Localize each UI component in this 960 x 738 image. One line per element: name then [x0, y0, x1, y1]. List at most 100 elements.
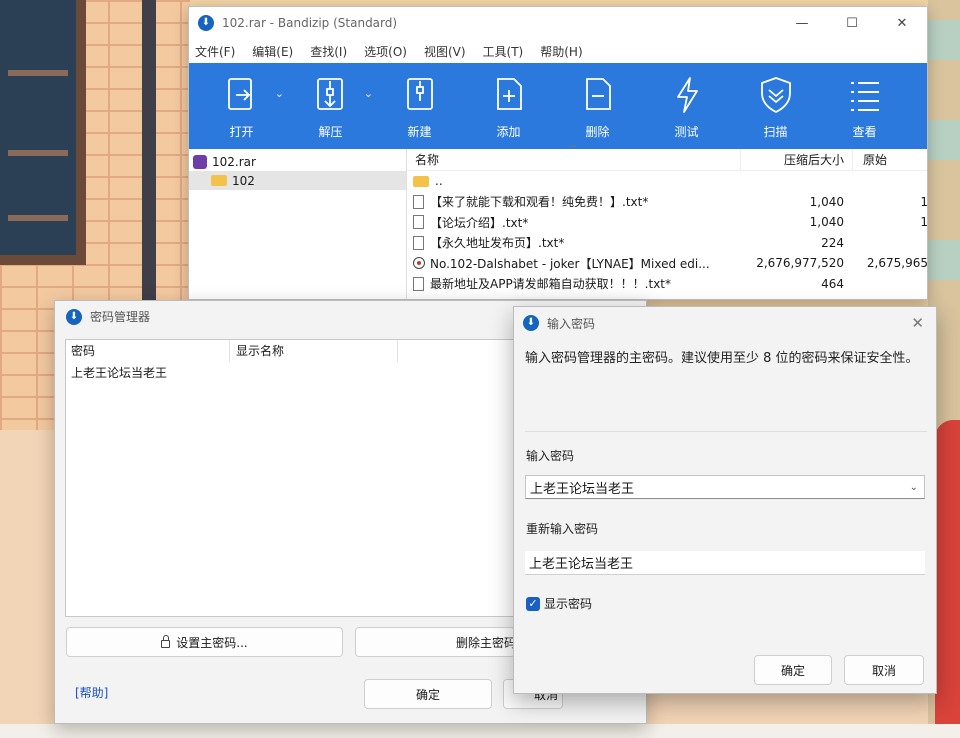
password-combobox-value: 上老王论坛当老王: [530, 481, 635, 497]
menu-help[interactable]: 帮助(H): [540, 43, 582, 60]
tree-item-folder-label: 102: [232, 173, 255, 188]
file-row[interactable]: 最新地址及APP请发邮箱自动获取！！！.txt* 464: [407, 274, 927, 295]
column-header-password[interactable]: 密码: [66, 340, 230, 362]
toolbar-test-button[interactable]: 测试: [642, 63, 731, 140]
folder-icon: [211, 175, 227, 186]
tree-item-folder[interactable]: 102: [189, 171, 406, 190]
password-manager-ok-button[interactable]: 确定: [364, 679, 492, 709]
file-compressed-size: 1,040: [809, 215, 844, 230]
column-header-name[interactable]: 名称 ^: [407, 144, 740, 168]
enter-password-description: 输入密码管理器的主密码。建议使用至少 8 位的密码来保证安全性。: [525, 351, 919, 366]
password-label: 输入密码: [526, 449, 575, 463]
menu-find[interactable]: 查找(I): [310, 43, 347, 60]
toolbar-add-label: 添加: [496, 125, 521, 139]
toolbar-new-button[interactable]: 新建: [375, 63, 464, 140]
password-list-header: 密码 显示名称: [66, 340, 564, 362]
wallpaper-pole: [142, 0, 156, 300]
set-master-password-label: 设置主密码...: [176, 635, 248, 650]
bandizip-logo-icon: ⬇: [198, 15, 214, 31]
wallpaper-stripe: [928, 240, 960, 280]
maximize-button[interactable]: ☐: [827, 16, 877, 31]
wallpaper-stripe: [928, 20, 960, 60]
folder-tree: 102.rar 102: [189, 149, 407, 299]
file-row[interactable]: 【永久地址发布页】.txt* 224: [407, 233, 927, 254]
extract-icon: [316, 78, 343, 110]
password-combobox[interactable]: 上老王论坛当老王 ⌄: [525, 475, 925, 499]
show-password-checkbox[interactable]: ✓ 显示密码: [526, 595, 592, 612]
toolbar-add-button[interactable]: 添加: [464, 63, 553, 140]
column-header-original[interactable]: 原始: [852, 148, 927, 171]
password-manager-title: 密码管理器: [90, 310, 151, 324]
file-row[interactable]: ..: [407, 171, 927, 192]
password-list: 密码 显示名称 上老王论坛当老王: [65, 339, 565, 617]
menu-edit[interactable]: 编辑(E): [252, 43, 293, 60]
enter-password-cancel-button[interactable]: 取消: [844, 655, 924, 685]
archive-content: 102.rar 102 名称 ^ 压缩后大小 原始 .. 【来了就能下载和观看！纯…: [189, 144, 928, 299]
open-dropdown-chevron-icon[interactable]: ⌄: [275, 87, 284, 100]
file-name: No.102-Dalshabet - joker【LYNAE】Mixed edi…: [430, 256, 710, 271]
file-list: 名称 ^ 压缩后大小 原始 .. 【来了就能下载和观看！纯免费！】.txt* 1,…: [407, 144, 928, 299]
wallpaper-red-figure: [935, 420, 960, 738]
menu-options[interactable]: 选项(O): [364, 43, 407, 60]
bandizip-logo-icon: ⬇: [523, 315, 539, 331]
toolbar-extract-button[interactable]: 解压 ⌄: [286, 63, 375, 140]
menu-view[interactable]: 视图(V): [424, 43, 466, 60]
toolbar-open-button[interactable]: 打开 ⌄: [197, 63, 286, 140]
video-file-icon: [413, 257, 425, 270]
file-row[interactable]: 【论坛介绍】.txt* 1,040 1: [407, 212, 928, 233]
file-name: 【论坛介绍】.txt*: [430, 215, 529, 230]
enter-password-title: 输入密码: [547, 316, 596, 331]
add-icon: [496, 78, 522, 110]
tree-item-archive[interactable]: 102.rar: [189, 152, 406, 171]
toolbar-extract-label: 解压: [318, 125, 343, 139]
column-header-display-name[interactable]: 显示名称: [230, 340, 398, 362]
window-controls: — ☐ ✕: [777, 16, 927, 31]
set-master-password-button[interactable]: 设置主密码...: [66, 627, 343, 657]
view-list-icon: [850, 82, 879, 111]
file-compressed-size: 2,676,977,520: [756, 256, 844, 271]
stored-password: 上老王论坛当老王: [71, 365, 168, 380]
toolbar-view-button[interactable]: 查看: [820, 63, 909, 140]
bandizip-logo-icon: ⬇: [66, 308, 82, 325]
enter-password-ok-button[interactable]: 确定: [754, 655, 832, 685]
toolbar-delete-button[interactable]: 删除: [553, 63, 642, 140]
toolbar-scan-label: 扫描: [763, 125, 788, 139]
file-name: 【来了就能下载和观看！纯免费！】.txt*: [430, 195, 649, 210]
sort-ascending-icon: ^: [569, 144, 578, 155]
column-name-label: 名称: [415, 153, 440, 167]
wallpaper-stripe: [928, 120, 960, 160]
file-name: ..: [435, 174, 443, 189]
tree-item-archive-label: 102.rar: [212, 154, 256, 169]
delete-icon: [585, 78, 611, 110]
test-icon: [676, 77, 698, 113]
toolbar-scan-button[interactable]: 扫描: [731, 63, 820, 140]
help-link[interactable]: [帮助]: [75, 684, 108, 701]
wallpaper-shelf: [8, 150, 68, 156]
toolbar-open-label: 打开: [229, 125, 254, 139]
text-file-icon: [413, 235, 424, 250]
file-compressed-size: 464: [821, 276, 844, 291]
menu-tools[interactable]: 工具(T): [483, 43, 524, 60]
file-original-size: 1: [920, 194, 928, 209]
toolbar: 打开 ⌄ 解压 ⌄ 新建 添加 删除 测试 扫描 查看: [189, 63, 927, 149]
scan-shield-icon: [760, 77, 791, 114]
divider: [525, 431, 927, 432]
column-header-compressed[interactable]: 压缩后大小: [740, 148, 852, 171]
close-icon[interactable]: ✕: [911, 314, 924, 332]
toolbar-delete-label: 删除: [585, 125, 610, 139]
file-row[interactable]: No.102-Dalshabet - joker【LYNAE】Mixed edi…: [407, 253, 927, 274]
wallpaper-bottom-edge: [0, 724, 960, 738]
menu-file[interactable]: 文件(F): [195, 43, 235, 60]
close-button[interactable]: ✕: [877, 16, 927, 31]
enter-password-title-bar: ⬇ 输入密码 ✕: [514, 307, 936, 339]
new-archive-icon: [406, 78, 433, 110]
confirm-password-input[interactable]: [525, 551, 925, 575]
minimize-button[interactable]: —: [777, 16, 827, 31]
delete-master-password-button[interactable]: 删除主密码: [355, 627, 515, 657]
password-list-row[interactable]: 上老王论坛当老王: [66, 362, 564, 382]
file-original-size: 1: [920, 215, 928, 230]
file-row[interactable]: 【来了就能下载和观看！纯免费！】.txt* 1,040 1: [407, 192, 928, 213]
title-bar: ⬇ 102.rar - Bandizip (Standard) — ☐ ✕: [189, 7, 927, 39]
extract-dropdown-chevron-icon[interactable]: ⌄: [364, 87, 373, 100]
chevron-down-icon[interactable]: ⌄: [910, 482, 918, 493]
